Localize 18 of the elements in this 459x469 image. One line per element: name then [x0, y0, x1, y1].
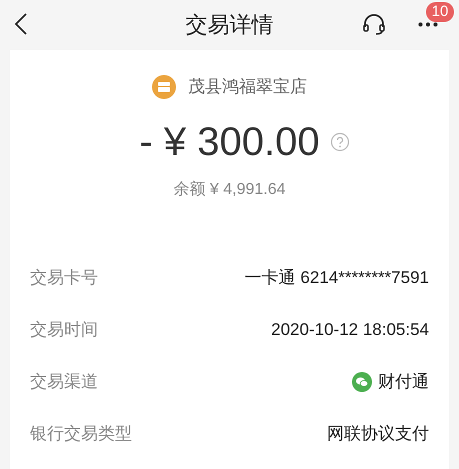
- detail-label: 交易时间: [30, 318, 98, 341]
- detail-value: 一卡通 6214********7591: [244, 266, 429, 289]
- merchant-name: 茂县鸿福翠宝店: [188, 76, 307, 98]
- balance-text: 余额 ¥ 4,991.64: [173, 180, 286, 200]
- detail-label: 交易卡号: [30, 266, 98, 289]
- shop-icon: [152, 74, 176, 99]
- more-icon[interactable]: [418, 22, 438, 27]
- detail-value: 2020-10-12 18:05:54: [271, 318, 429, 341]
- page-title: 交易详情: [186, 11, 274, 39]
- detail-label: 银行交易类型: [30, 422, 132, 445]
- amount-text: - ¥ 300.00: [139, 118, 320, 166]
- detail-value: 财付通: [378, 370, 429, 393]
- detail-label: 交易渠道: [30, 370, 98, 393]
- chat-bubbles-icon: [352, 372, 372, 392]
- notification-badge: 10: [426, 2, 454, 22]
- back-icon[interactable]: [14, 12, 28, 36]
- detail-value: 网联协议支付: [327, 422, 429, 445]
- headset-icon[interactable]: [362, 13, 386, 35]
